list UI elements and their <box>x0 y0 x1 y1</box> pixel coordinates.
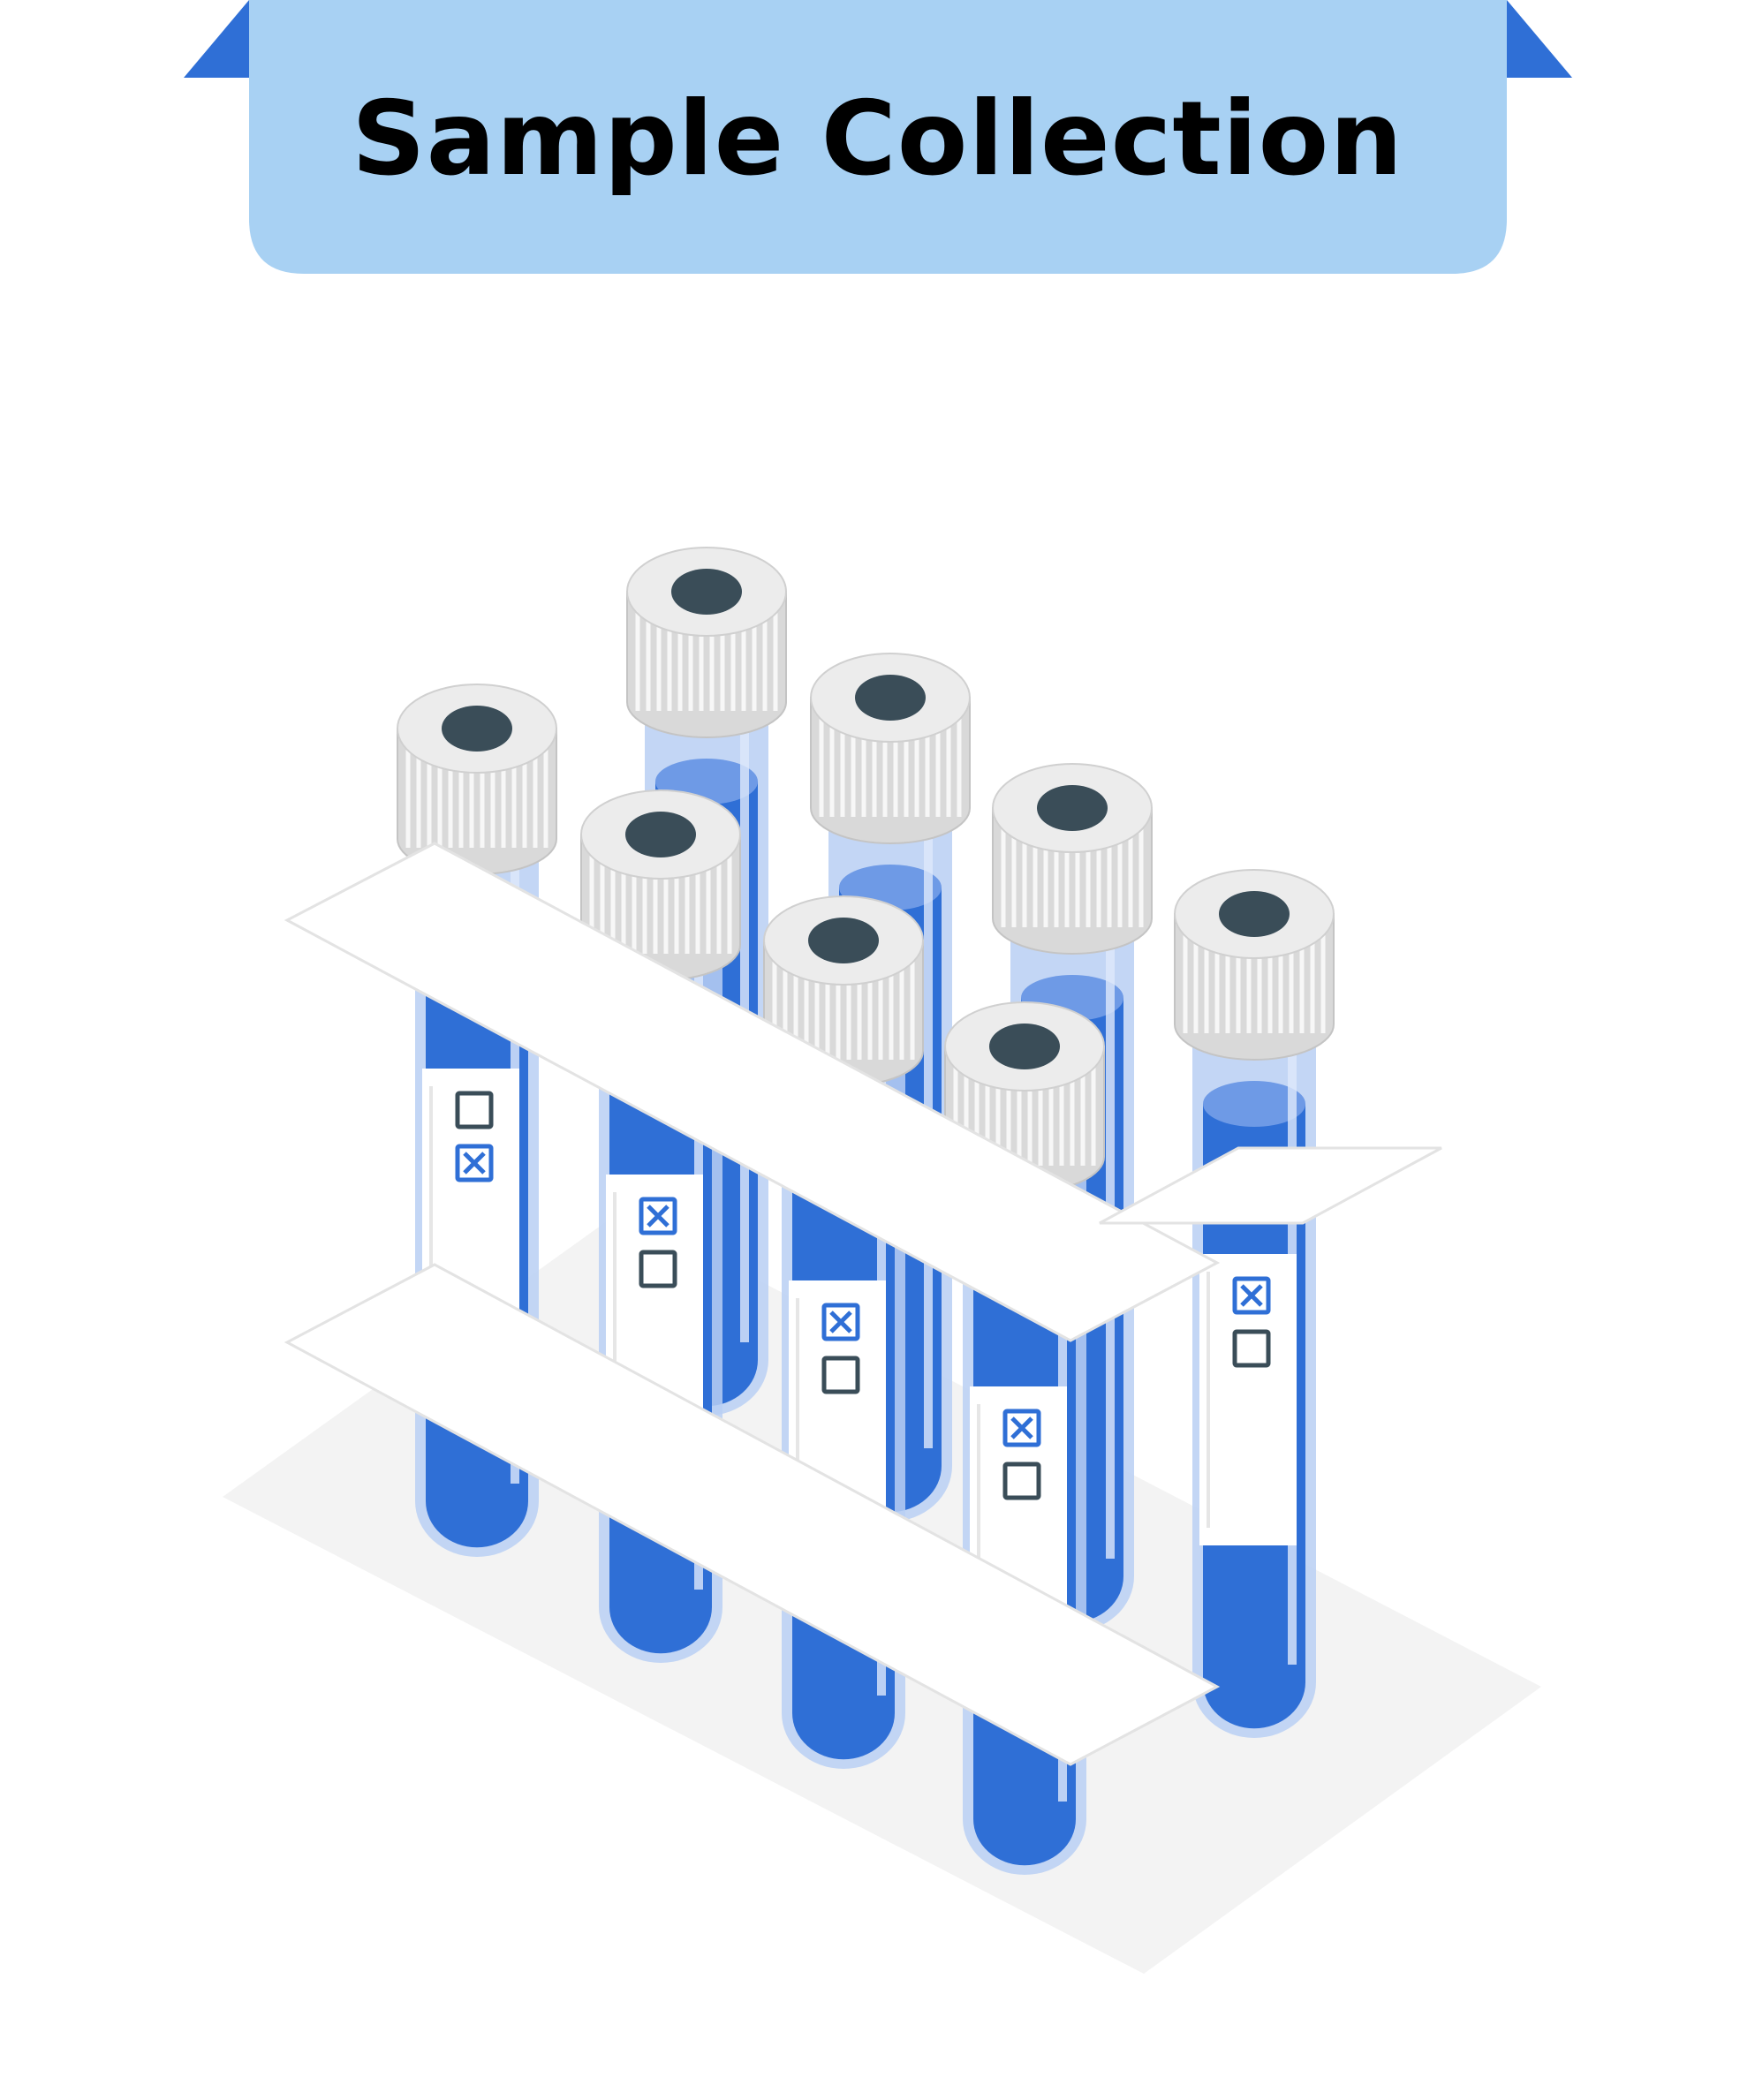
empty-checkbox-icon <box>458 1093 491 1127</box>
tube-back-right <box>1174 869 1335 1738</box>
cap-hole <box>671 569 742 615</box>
tube-cap <box>626 547 787 738</box>
test-tube-rack-illustration <box>223 547 1541 1974</box>
cap-hole <box>442 706 512 752</box>
empty-checkbox-icon <box>1005 1464 1039 1498</box>
cap-hole <box>808 918 879 963</box>
checked-box-icon <box>1235 1279 1268 1312</box>
cap-hole <box>1037 785 1108 831</box>
checked-box-icon <box>641 1199 675 1233</box>
cap-hole <box>625 812 696 857</box>
tube-cap <box>397 684 557 875</box>
empty-checkbox-icon <box>824 1358 858 1392</box>
checked-box-icon <box>824 1305 858 1339</box>
cap-hole <box>989 1024 1060 1069</box>
empty-checkbox-icon <box>641 1252 675 1286</box>
cap-hole <box>855 675 926 721</box>
cap-hole <box>1219 891 1290 937</box>
tube-cap <box>992 763 1153 955</box>
tube-cap <box>810 653 971 844</box>
tube-cap <box>1174 869 1335 1061</box>
label-line <box>1207 1272 1210 1528</box>
empty-checkbox-icon <box>1235 1332 1268 1365</box>
checked-box-icon <box>1005 1411 1039 1445</box>
rack-back-top-rail-end <box>1099 1146 1442 1225</box>
checked-box-icon <box>458 1146 491 1180</box>
